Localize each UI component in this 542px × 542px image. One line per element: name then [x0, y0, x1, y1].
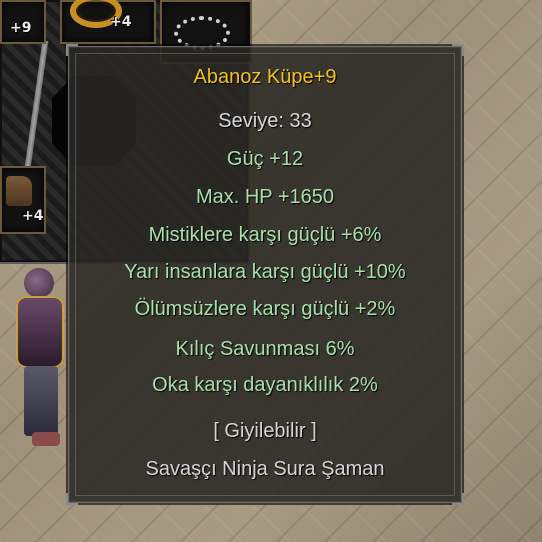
inventory-slot-boots[interactable]: +4 — [0, 166, 46, 234]
slot-plus-label: +4 — [110, 14, 132, 30]
item-name: Abanoz Küpe+9 — [193, 66, 337, 88]
inventory-slot-ring[interactable]: +9 — [0, 0, 46, 44]
tooltip-corner-br — [452, 493, 464, 505]
inventory-slot-gold-ring[interactable]: +4 — [60, 0, 156, 44]
item-tooltip: Abanoz Küpe+9 Seviye: 33 Güç +12 Max. HP… — [66, 44, 464, 505]
character-body — [16, 296, 64, 368]
boots-icon — [6, 176, 32, 206]
player-character[interactable] — [6, 262, 76, 452]
necklace-icon — [174, 16, 230, 50]
tooltip-corner-tl — [66, 44, 78, 56]
character-legs — [24, 366, 58, 436]
character-foot — [32, 432, 60, 446]
slot-plus-label: +9 — [10, 20, 32, 36]
class-restriction: Savaşçı Ninja Sura Şaman — [145, 458, 385, 480]
item-stat: Kılıç Savunması 6% — [175, 338, 355, 360]
tooltip-corner-bl — [66, 493, 78, 505]
item-stat: Oka karşı dayanıklılık 2% — [152, 374, 378, 396]
item-stat: Mistiklere karşı güçlü +6% — [148, 224, 382, 246]
item-level: Seviye: 33 — [218, 110, 312, 132]
item-stat: Max. HP +1650 — [195, 186, 335, 208]
slot-plus-label: +4 — [22, 208, 44, 224]
item-stat: Güç +12 — [226, 148, 304, 170]
character-head — [24, 268, 54, 298]
item-stat: Yarı insanlara karşı güçlü +10% — [124, 261, 406, 283]
wearable-label: [ Giyilebilir ] — [213, 420, 317, 442]
tooltip-corner-tr — [452, 44, 464, 56]
item-stat: Ölümsüzlere karşı güçlü +2% — [134, 298, 396, 320]
